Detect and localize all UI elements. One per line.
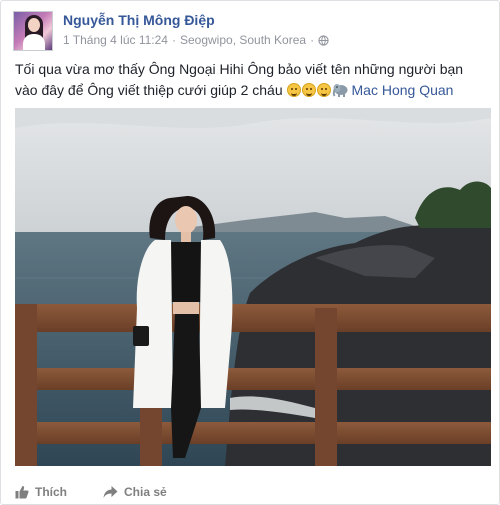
meta-separator: · [310, 33, 315, 47]
photo-scene [15, 108, 491, 466]
post-location[interactable]: Seogwipo, South Korea [180, 33, 306, 47]
globe-icon[interactable] [318, 34, 329, 46]
laughing-face-icon [301, 83, 316, 97]
avatar-body [23, 34, 45, 50]
post-header: Nguyễn Thị Mông Điệp 1 Tháng 4 lúc 11:24… [13, 11, 489, 53]
post-meta: 1 Tháng 4 lúc 11:24 · Seogwipo, South Ko… [63, 33, 329, 47]
share-arrow-icon [103, 486, 118, 498]
feed-post: Nguyễn Thị Mông Điệp 1 Tháng 4 lúc 11:24… [0, 0, 500, 505]
share-label: Chia sẻ [124, 485, 167, 499]
author-name[interactable]: Nguyễn Thị Mông Điệp [63, 12, 215, 28]
avatar-face [28, 18, 40, 32]
post-actions: Thích Chia sẻ [15, 481, 487, 503]
meta-separator: · [171, 33, 176, 47]
author-avatar[interactable] [13, 11, 53, 51]
like-button[interactable]: Thích [15, 485, 67, 499]
laughing-face-icon [286, 83, 301, 97]
laughing-face-icon [316, 83, 331, 97]
tagged-friend-link[interactable]: Mac Hong Quan [352, 82, 454, 98]
share-button[interactable]: Chia sẻ [103, 485, 167, 499]
post-timestamp[interactable]: 1 Tháng 4 lúc 11:24 [63, 33, 168, 47]
post-photo[interactable] [15, 108, 491, 466]
like-label: Thích [35, 485, 67, 499]
elephant-icon [332, 84, 347, 97]
thumbs-up-icon [15, 486, 29, 499]
post-text: Tối qua vừa mơ thấy Ông Ngoại Hihi Ông b… [15, 59, 487, 101]
